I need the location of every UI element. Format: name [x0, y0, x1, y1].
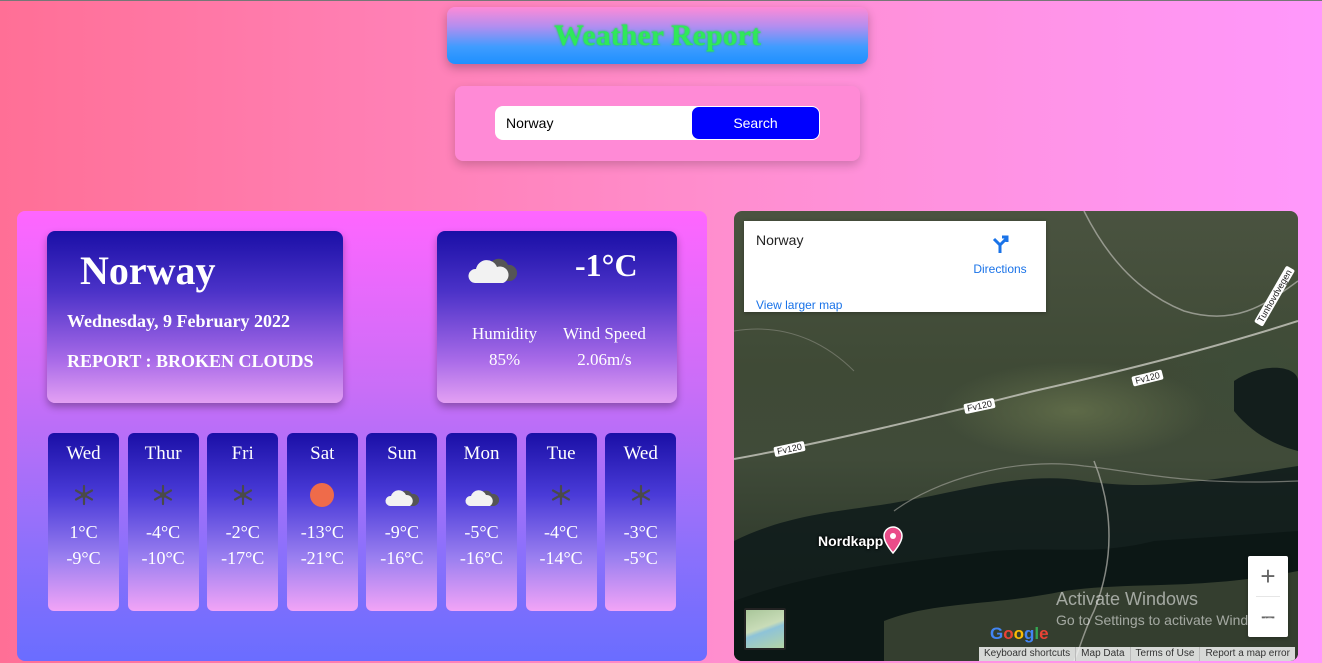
forecast-low: -14°C	[539, 548, 583, 568]
snow-icon	[128, 481, 199, 509]
current-date: Wednesday, 9 February 2022	[67, 311, 291, 331]
snow-icon	[526, 481, 597, 509]
snow-icon	[605, 481, 676, 509]
forecast-high: -4°C	[543, 522, 579, 542]
forecast-card: Sun -9°C -16°C	[366, 433, 438, 611]
forecast-day: Thur	[144, 443, 182, 464]
forecast-card: Mon -5°C -16°C	[446, 433, 517, 611]
forecast-high: -13°C	[300, 522, 344, 542]
broken-clouds-icon	[366, 481, 437, 509]
forecast-low: -17°C	[221, 548, 265, 568]
forecast-day: Wed	[66, 443, 101, 464]
report-map-error-link[interactable]: Report a map error	[1199, 647, 1294, 661]
forecast-low: -9°C	[66, 548, 101, 568]
forecast-card: Wed -3°C -5°C	[605, 433, 677, 611]
map-info-card: Norway Directions View larger map	[744, 221, 1046, 312]
map-place-title: Norway	[756, 232, 804, 248]
search-button[interactable]: Search	[691, 106, 820, 140]
forecast-day: Sun	[387, 443, 417, 464]
broken-clouds-icon	[467, 249, 519, 290]
weather-report: REPORT : BROKEN CLOUDS	[67, 351, 314, 371]
terms-of-use-link[interactable]: Terms of Use	[1129, 647, 1200, 661]
search-panel: Search	[455, 86, 860, 161]
current-temperature: -1°C	[575, 247, 638, 283]
directions-icon	[970, 233, 1030, 258]
temperature-card: -1°C Humidity 85% Wind Speed 2.06m/s	[437, 231, 677, 403]
forecast-high: -2°C	[225, 522, 260, 542]
map-embed[interactable]: Fv120 Fv120 Fv120 Tunhovdvegen Nordkapp …	[734, 211, 1298, 661]
sun-icon	[287, 481, 358, 509]
google-logo: Google	[990, 624, 1049, 643]
forecast-low: -10°C	[141, 548, 185, 568]
forecast-day: Tue	[546, 443, 576, 464]
forecast-day: Sat	[310, 443, 335, 464]
forecast-day: Mon	[463, 443, 500, 464]
forecast-card: Wed 1°C -9°C	[48, 433, 119, 611]
forecast-card: Sat -13°C -21°C	[286, 433, 358, 611]
forecast-high: -9°C	[384, 522, 419, 542]
wind-value: 2.06m/s	[577, 350, 632, 369]
forecast-high: -4°C	[145, 522, 181, 542]
activate-windows-watermark: Activate Windows Go to Settings to activ…	[1056, 589, 1277, 628]
forecast-day: Wed	[623, 443, 658, 464]
forecast-card: Tue -4°C -14°C	[525, 433, 597, 611]
forecast-high: 1°C	[69, 522, 98, 542]
forecast-day: Fri	[231, 443, 254, 464]
humidity-value: 85%	[489, 350, 521, 369]
forecast-high: -5°C	[464, 522, 499, 542]
page-title: Weather Report	[554, 18, 761, 52]
watermark-line2: Go to Settings to activate Windows.	[1056, 612, 1277, 628]
humidity-stat: Humidity 85%	[472, 321, 537, 373]
title-banner: Weather Report	[447, 7, 868, 64]
snow-icon	[48, 481, 119, 509]
wind-label: Wind Speed	[563, 324, 646, 343]
humidity-label: Humidity	[472, 324, 538, 343]
forecast-card: Fri -2°C -17°C	[207, 433, 279, 611]
map-data-link[interactable]: Map Data	[1075, 647, 1129, 661]
search-input[interactable]	[495, 106, 705, 140]
directions-label: Directions	[973, 262, 1027, 276]
map-type-toggle[interactable]	[744, 608, 786, 650]
city-card: Norway Wednesday, 9 February 2022 REPORT…	[47, 231, 343, 403]
keyboard-shortcuts-link[interactable]: Keyboard shortcuts	[979, 647, 1075, 661]
view-larger-map-link[interactable]: View larger map	[756, 299, 842, 311]
forecast-low: -21°C	[300, 548, 344, 568]
snow-icon	[207, 481, 278, 509]
forecast-card: Thur -4°C -10°C	[127, 433, 199, 611]
broken-clouds-icon	[446, 481, 517, 509]
weather-panel: Norway Wednesday, 9 February 2022 REPORT…	[17, 211, 707, 661]
forecast-high: -3°C	[623, 522, 658, 542]
marker-label: Nordkapp	[818, 533, 884, 549]
forecast-low: -16°C	[459, 548, 504, 568]
city-name: Norway	[80, 248, 216, 293]
wind-stat: Wind Speed 2.06m/s	[563, 321, 646, 373]
directions-button[interactable]: Directions	[970, 233, 1030, 276]
map-pin-icon[interactable]	[882, 526, 904, 559]
forecast-low: -16°C	[380, 548, 424, 568]
map-attribution: Keyboard shortcuts Map Data Terms of Use…	[979, 647, 1295, 661]
watermark-line1: Activate Windows	[1056, 589, 1199, 609]
forecast-low: -5°C	[623, 548, 658, 568]
